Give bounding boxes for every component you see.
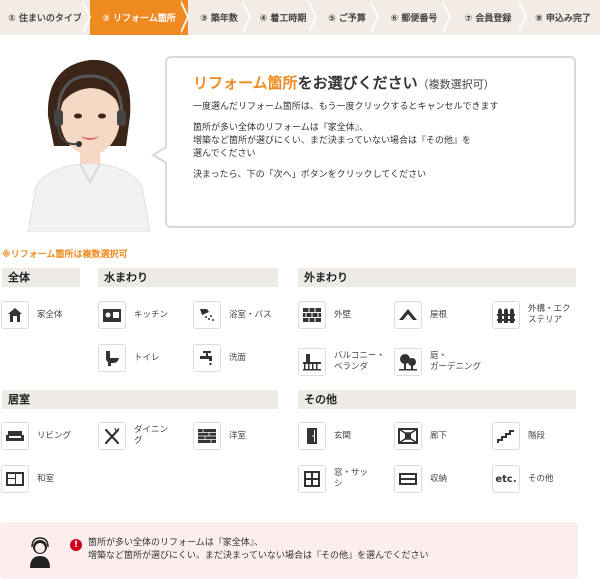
hero-section: リフォーム箇所をお選びください（複数選択可） 一度選んだリフォーム箇所は、もう一… <box>0 40 600 235</box>
item-exterior-wall[interactable]: 外壁 <box>298 298 394 332</box>
item-washroom[interactable]: 洗面 <box>193 341 289 375</box>
item-label: 玄関 <box>334 430 352 441</box>
item-label: 浴室・バス <box>229 309 272 320</box>
door-icon <box>298 422 326 450</box>
step-label: ⑤ ご予算 <box>328 14 366 24</box>
tatami-icon <box>1 465 29 493</box>
step-1: ① 住まいのタイプ <box>0 0 91 35</box>
alert-icon: ! <box>70 539 82 551</box>
item-western-room[interactable]: 洋室 <box>193 419 289 453</box>
flooring-icon <box>193 422 221 450</box>
stairs-icon <box>492 422 520 450</box>
category-other: その他 <box>298 390 576 409</box>
item-label: 外壁 <box>334 309 352 320</box>
bubble-title: リフォーム箇所をお選びください（複数選択可） <box>193 72 552 93</box>
item-entrance[interactable]: 玄関 <box>298 419 394 453</box>
item-label: 屋根 <box>430 309 448 320</box>
item-label: その他 <box>528 473 554 484</box>
step-label: ⑧ 申込み完了 <box>535 14 591 24</box>
step-2-active: ② リフォーム箇所 <box>90 0 189 35</box>
step-6: ⑥ 郵便番号 <box>378 0 451 35</box>
step-progress-bar: ① 住まいのタイプ ② リフォーム箇所 ③ 築年数 ④ 着工時期 ⑤ ご予算 ⑥… <box>0 0 600 35</box>
title-rest: をお選びください <box>297 74 418 92</box>
item-exterior[interactable]: 外構・エク ステリア <box>492 298 588 332</box>
house-icon <box>1 301 29 329</box>
item-label: 和室 <box>37 473 55 484</box>
window-icon <box>298 465 326 493</box>
category-whole: 全体 <box>2 268 80 287</box>
fence-icon <box>492 301 520 329</box>
step-label: ① 住まいのタイプ <box>8 14 82 24</box>
step-3: ③ 築年数 <box>188 0 251 35</box>
shower-icon <box>193 301 221 329</box>
item-toilet[interactable]: トイレ <box>98 341 194 375</box>
etc-icon: etc. <box>492 465 520 493</box>
balcony-icon <box>298 348 326 376</box>
step-label: ⑥ 郵便番号 <box>390 14 438 24</box>
item-label: リビング <box>37 430 72 441</box>
operator-avatar-icon <box>30 537 50 568</box>
item-label: 外構・エク ステリア <box>528 304 571 325</box>
step-8: ⑧ 申込み完了 <box>526 0 600 35</box>
kitchen-icon <box>98 301 126 329</box>
title-sub: （複数選択可） <box>417 78 495 91</box>
item-roof[interactable]: 屋根 <box>394 298 490 332</box>
item-label: トイレ <box>134 352 160 363</box>
bubble-text-1: 一度選んだリフォーム箇所は、もう一度クリックするとキャンセルできます <box>193 102 499 112</box>
bubble-text-2: 箇所が多い全体のリフォームは『家全体』、 増築など箇所が選びにくい、まだ決まって… <box>193 123 472 159</box>
item-hallway[interactable]: 廊下 <box>394 419 490 453</box>
item-label: キッチン <box>134 309 169 320</box>
bubble-text-3: 決まったら、下の「次へ」ボタンをクリックしてください <box>193 170 427 180</box>
step-label: ② リフォーム箇所 <box>102 14 176 24</box>
multi-select-note: ※リフォーム箇所は複数選択可 <box>2 250 128 260</box>
item-label: 階段 <box>528 430 546 441</box>
item-bath[interactable]: 浴室・バス <box>193 298 289 332</box>
item-stairs[interactable]: 階段 <box>492 419 588 453</box>
item-label: 洋室 <box>229 430 247 441</box>
hallway-icon <box>394 422 422 450</box>
item-dining[interactable]: ダイニン グ <box>98 419 194 453</box>
item-other[interactable]: etc. その他 <box>492 462 588 496</box>
item-balcony[interactable]: バルコニー・ ベランダ <box>298 345 394 379</box>
item-living[interactable]: リビング <box>1 419 97 453</box>
item-label: 家全体 <box>37 309 63 320</box>
item-label: 廊下 <box>430 430 448 441</box>
faucet-icon <box>193 344 221 372</box>
item-label: 洗面 <box>229 352 247 363</box>
title-highlight: リフォーム箇所 <box>193 74 298 92</box>
item-garden[interactable]: 庭・ ガーデニング <box>394 345 490 379</box>
category-rooms: 居室 <box>2 390 278 409</box>
step-label: ④ 着工時期 <box>259 14 307 24</box>
etc-icon-text: etc. <box>495 473 517 485</box>
step-5: ⑤ ご予算 <box>316 0 379 35</box>
sofa-icon <box>1 422 29 450</box>
item-window[interactable]: 窓・サッ シ <box>298 462 394 496</box>
step-4: ④ 着工時期 <box>250 0 317 35</box>
item-kitchen[interactable]: キッチン <box>98 298 194 332</box>
warning-box: ! 箇所が多い全体のリフォームは『家全体』、 増築など箇所が選びにくい、まだ決ま… <box>0 522 578 579</box>
item-label: 庭・ ガーデニング <box>430 351 482 372</box>
instruction-bubble: リフォーム箇所をお選びください（複数選択可） 一度選んだリフォーム箇所は、もう一… <box>151 56 576 228</box>
tree-icon <box>394 348 422 376</box>
step-label: ③ 築年数 <box>200 14 238 24</box>
item-label: ダイニン グ <box>134 425 169 446</box>
step-label: ⑦ 会員登録 <box>464 14 512 24</box>
fork-knife-icon <box>98 422 126 450</box>
item-storage[interactable]: 収納 <box>394 462 490 496</box>
item-label: バルコニー・ ベランダ <box>334 351 385 372</box>
operator-photo <box>18 46 158 232</box>
toilet-icon <box>98 344 126 372</box>
category-water: 水まわり <box>98 268 278 287</box>
cabinet-icon <box>394 465 422 493</box>
warning-text: 箇所が多い全体のリフォームは『家全体』、 増築など箇所が選びにくい、まだ決まって… <box>88 538 429 561</box>
item-label: 窓・サッ シ <box>334 468 369 489</box>
brick-wall-icon <box>298 301 326 329</box>
item-whole-house[interactable]: 家全体 <box>1 298 97 332</box>
item-label: 収納 <box>430 473 448 484</box>
category-exterior: 外まわり <box>298 268 576 287</box>
item-japanese-room[interactable]: 和室 <box>1 462 97 496</box>
roof-icon <box>394 301 422 329</box>
step-7: ⑦ 会員登録 <box>450 0 527 35</box>
